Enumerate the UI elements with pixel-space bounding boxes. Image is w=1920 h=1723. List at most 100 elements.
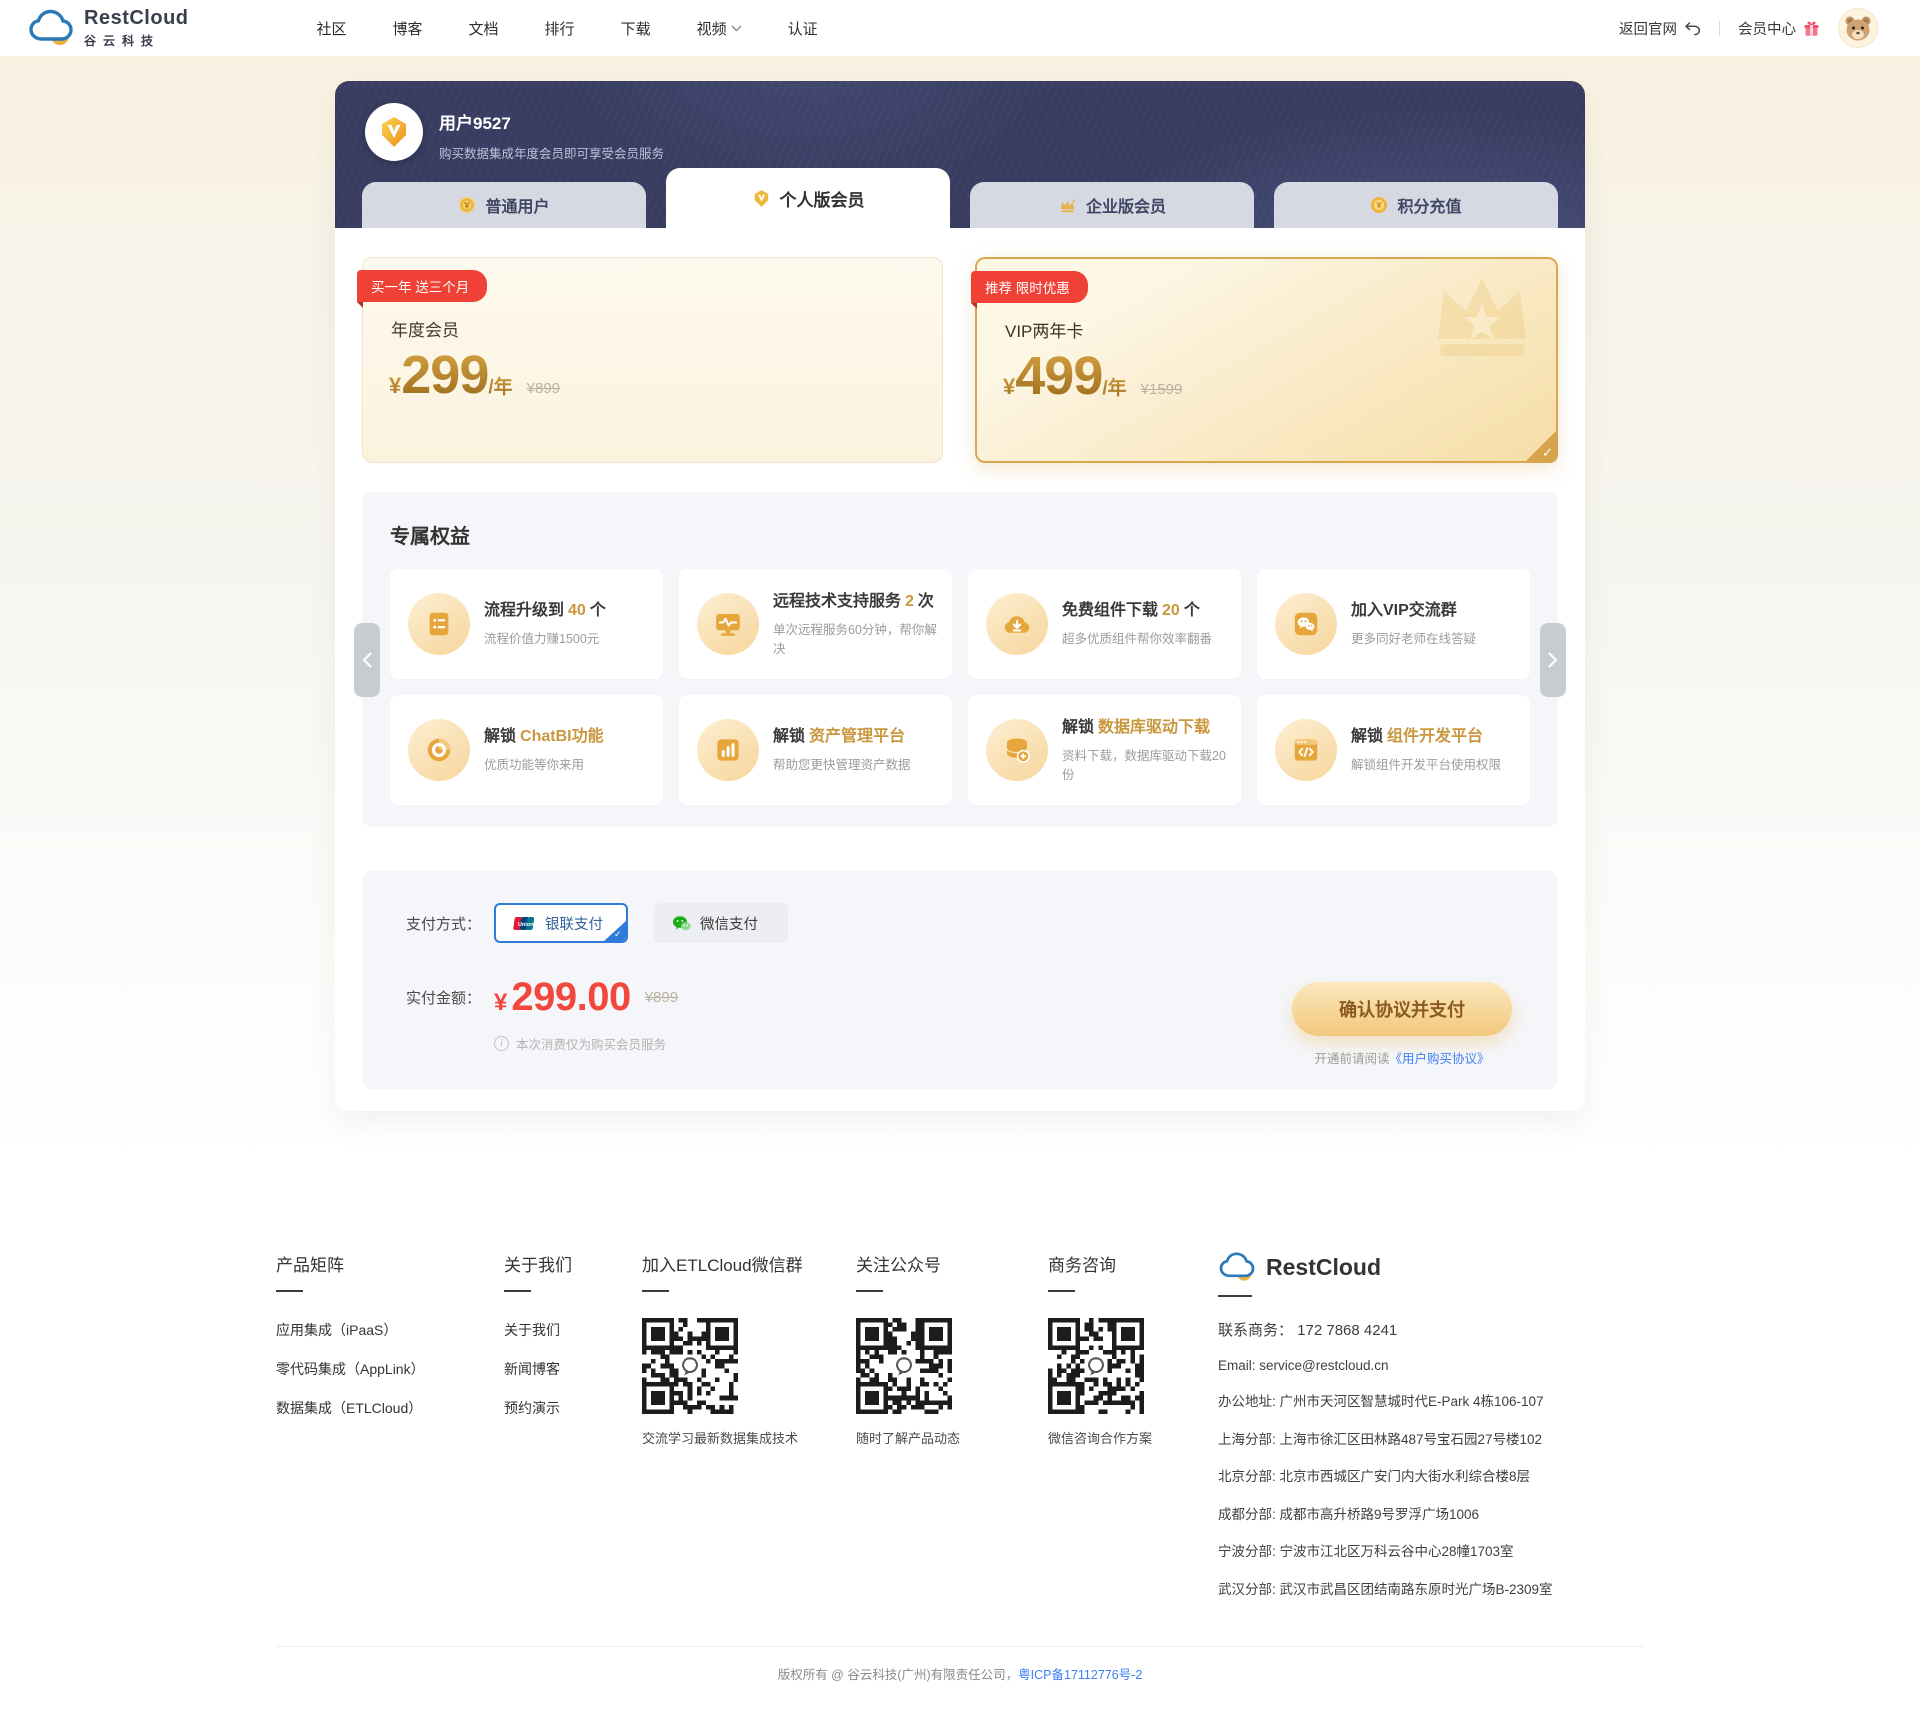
footer-about-column: 关于我们 关于我们 新闻博客 预约演示 (504, 1251, 600, 1598)
benefits-panel: 专属权益 流程升级到40个 流程价值力赚1500元 (362, 492, 1558, 827)
contact-ningbo: 宁波分部: 宁波市江北区万科云谷中心28幢1703室 (1218, 1540, 1644, 1560)
benefit-asset-platform: 解锁资产管理平台 帮助您更快管理资产数据 (679, 695, 952, 805)
crown-watermark-icon (1422, 263, 1542, 367)
footer-link-applink[interactable]: 零代码集成（AppLink） (276, 1359, 462, 1379)
gift-icon (1803, 20, 1820, 37)
payment-method-unionpay[interactable]: UnionPay 银联支付 ✓ (494, 903, 628, 943)
plan-two-year[interactable]: 推荐 限时优惠 VIP两年卡 ¥ 499 /年 ¥1599 ✓ (975, 257, 1558, 463)
plan-annual-title: 年度会员 (391, 316, 942, 341)
benefit-remote-support: 远程技术支持服务2次 单次远程服务60分钟，帮你解决 (679, 569, 952, 679)
database-plus-icon (986, 719, 1048, 781)
contact-office: 办公地址: 广州市天河区智慧城时代E-Park 4栋106-107 (1218, 1390, 1644, 1410)
nav-item-community[interactable]: 社区 (317, 18, 347, 39)
benefit-vip-group: 加入VIP交流群 更多同好老师在线答疑 (1257, 569, 1530, 679)
unionpay-icon: UnionPay (512, 916, 536, 931)
nav-item-cert[interactable]: 认证 (788, 18, 818, 39)
brand-logo[interactable]: RestCloud 谷云科技 (28, 8, 189, 49)
chevron-left-icon (362, 652, 372, 668)
footer-cloud-logo-icon (1218, 1251, 1256, 1283)
contact-email: Email: service@restcloud.cn (1218, 1358, 1644, 1373)
user-avatar[interactable] (1838, 8, 1878, 48)
membership-tabs: 普通用户 个人版会员 企业版会员 积分充值 (362, 168, 1558, 228)
icp-link[interactable]: 粤ICP备17112776号-2 (1018, 1668, 1142, 1682)
nav-item-blog[interactable]: 博客 (393, 18, 423, 39)
plan-annual-currency: ¥ (389, 373, 401, 399)
back-to-site-link[interactable]: 返回官网 (1619, 18, 1701, 39)
tab-points-recharge[interactable]: 积分充值 (1274, 182, 1558, 228)
footer-link-about[interactable]: 关于我们 (504, 1320, 600, 1340)
benefit-chatbi: 解锁ChatBI功能 优质功能等你来用 (390, 695, 663, 805)
plan-annual-badge: 买一年 送三个月 (357, 270, 487, 302)
business-qr-code (1048, 1318, 1144, 1414)
agreement-prefix: 开通前请阅读 (1314, 1052, 1389, 1066)
footer: 产品矩阵 应用集成（iPaaS） 零代码集成（AppLink） 数据集成（ETL… (276, 1111, 1644, 1598)
plan-two-year-price: 499 (1015, 352, 1102, 401)
nav-menu: 社区 博客 文档 排行 下载 视频 认证 (317, 18, 818, 39)
vip-gem-icon (752, 189, 771, 208)
amount-label: 实付金额： (406, 987, 494, 1008)
info-icon: i (494, 1036, 509, 1051)
confirm-pay-button[interactable]: 确认协议并支付 (1292, 982, 1512, 1036)
wechat-group-icon (1275, 593, 1337, 655)
payment-method-wechat[interactable]: 微信支付 (654, 903, 788, 943)
payment-note: 本次消费仅为购买会员服务 (516, 1034, 666, 1053)
plan-annual-original-price: ¥899 (527, 380, 560, 397)
membership-panel: 用户9527 购买数据集成年度会员即可享受会员服务 普通用户 个人版会员 企业版… (335, 81, 1585, 1111)
payable-amount: ¥ 299.00 (494, 975, 631, 1020)
copyright-bar: 版权所有 @ 谷云科技(广州)有限责任公司，粤ICP备17112776号-2 (276, 1646, 1644, 1723)
nav-item-video[interactable]: 视频 (697, 18, 742, 39)
chevron-down-icon (731, 25, 742, 32)
nav-item-docs[interactable]: 文档 (469, 18, 499, 39)
footer-official-account-column: 关注公众号 随时了解产品动态 (856, 1251, 1006, 1598)
cloud-logo-icon (28, 8, 74, 48)
member-center-link[interactable]: 会员中心 (1738, 18, 1820, 39)
brand-name: RestCloud (84, 7, 189, 29)
plan-two-year-currency: ¥ (1003, 374, 1015, 400)
selected-check-icon: ✓ (1524, 429, 1558, 463)
contact-phone: 联系商务： 172 7868 4241 (1218, 1319, 1644, 1340)
plan-annual[interactable]: 买一年 送三个月 年度会员 ¥ 299 /年 ¥899 (362, 257, 943, 463)
user-banner: 用户9527 购买数据集成年度会员即可享受会员服务 普通用户 个人版会员 企业版… (335, 81, 1585, 228)
nav-item-ranking[interactable]: 排行 (545, 18, 575, 39)
coin-icon (458, 196, 476, 214)
contact-beijing: 北京分部: 北京市西城区广安门内大街水利综合楼8层 (1218, 1465, 1644, 1485)
contact-wuhan: 武汉分部: 武汉市武昌区团结南路东原时光广场B-2309室 (1218, 1578, 1644, 1598)
chevron-right-icon (1548, 652, 1558, 668)
benefit-component-dev: 解锁组件开发平台 解锁组件开发平台使用权限 (1257, 695, 1530, 805)
wechat-group-qr-code (642, 1318, 738, 1414)
contact-shanghai: 上海分部: 上海市徐汇区田林路487号宝石园27号楼102 (1218, 1428, 1644, 1448)
plan-two-year-original-price: ¥1599 (1141, 381, 1183, 398)
benefits-title: 专属权益 (390, 520, 1530, 549)
footer-link-demo[interactable]: 预约演示 (504, 1398, 600, 1418)
footer-brand-block: RestCloud 联系商务： 172 7868 4241 Email: ser… (1218, 1251, 1644, 1598)
code-window-icon (1275, 719, 1337, 781)
carousel-next-button[interactable] (1540, 623, 1566, 697)
footer-link-ipaas[interactable]: 应用集成（iPaaS） (276, 1320, 462, 1340)
plan-two-year-badge: 推荐 限时优惠 (971, 271, 1088, 303)
bar-chart-icon (697, 719, 759, 781)
cloud-download-icon (986, 593, 1048, 655)
purchase-agreement-link[interactable]: 《用户购买协议》 (1390, 1052, 1490, 1066)
official-account-qr-code (856, 1318, 952, 1414)
brand-cn-name: 谷云科技 (84, 32, 189, 49)
footer-business-column: 商务咨询 微信咨询合作方案 (1048, 1251, 1176, 1598)
carousel-prev-button[interactable] (354, 623, 380, 697)
remote-monitor-icon (697, 593, 759, 655)
tab-normal-user[interactable]: 普通用户 (362, 182, 646, 228)
original-amount: ¥899 (645, 989, 678, 1006)
tab-personal-member[interactable]: 个人版会员 (666, 168, 950, 228)
payment-panel: 支付方式： UnionPay 银联支付 ✓ 微信支付 实付金额： ¥ (362, 871, 1558, 1089)
contact-chengdu: 成都分部: 成都市高升桥路9号罗浮广场1006 (1218, 1503, 1644, 1523)
top-nav: RestCloud 谷云科技 社区 博客 文档 排行 下载 视频 认证 返回官网… (0, 0, 1920, 56)
plan-two-year-unit: /年 (1102, 373, 1126, 400)
footer-link-news[interactable]: 新闻博客 (504, 1359, 600, 1379)
tab-enterprise-member[interactable]: 企业版会员 (970, 182, 1254, 228)
plan-annual-unit: /年 (488, 372, 512, 399)
copyright-text: 版权所有 @ 谷云科技(广州)有限责任公司， (778, 1668, 1018, 1682)
nav-item-download[interactable]: 下载 (621, 18, 651, 39)
vip-gem-badge-icon (365, 103, 423, 161)
banner-subtitle: 购买数据集成年度会员即可享受会员服务 (439, 143, 664, 162)
footer-products-column: 产品矩阵 应用集成（iPaaS） 零代码集成（AppLink） 数据集成（ETL… (276, 1251, 462, 1598)
gold-coin-icon (1370, 196, 1388, 214)
footer-link-etlcloud[interactable]: 数据集成（ETLCloud） (276, 1398, 462, 1418)
